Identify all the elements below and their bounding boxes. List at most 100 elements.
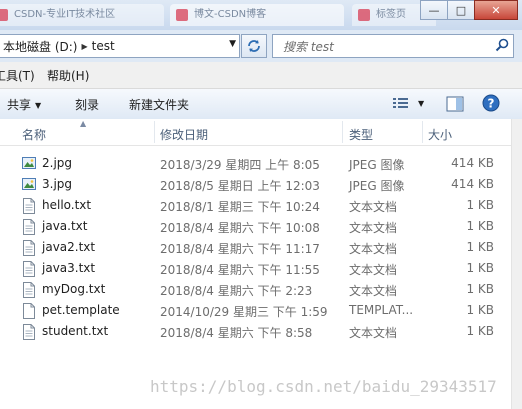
- blank-file-icon: [22, 303, 36, 322]
- breadcrumb-drive[interactable]: 本地磁盘 (D:): [0, 38, 81, 55]
- refresh-icon: [248, 40, 260, 52]
- chevron-down-icon: ▼: [35, 101, 42, 110]
- svg-text:?: ?: [488, 97, 495, 111]
- file-row[interactable]: 3.jpg 2018/8/5 星期日 上午 12:03 JPEG 图像 414 KB: [0, 174, 522, 195]
- file-date: 2018/8/4 星期六 下午 8:58: [160, 326, 313, 340]
- file-row[interactable]: java.txt 2018/8/4 星期六 下午 10:08 文本文档 1 KB: [0, 216, 522, 237]
- file-row[interactable]: pet.template 2014/10/29 星期三 下午 1:59 TEMPLA…: [0, 300, 522, 321]
- file-date: 2018/3/29 星期四 上午 8:05: [160, 158, 320, 172]
- share-button[interactable]: 共享 ▼: [7, 96, 41, 113]
- title-bar: CSDN-专业IT技术社区 博文-CSDN博客 标签页 — □ ✕: [0, 0, 522, 30]
- file-size: 414 KB: [451, 156, 494, 170]
- file-row[interactable]: student.txt 2018/8/4 星期六 下午 8:58 文本文档 1 KB: [0, 321, 522, 342]
- column-date[interactable]: 修改日期: [160, 126, 208, 143]
- share-label: 共享: [7, 98, 32, 112]
- file-type: 文本文档: [349, 221, 398, 235]
- text-file-icon: [22, 219, 36, 238]
- close-button[interactable]: ✕: [474, 0, 518, 20]
- file-date: 2018/8/4 星期六 下午 11:17: [160, 242, 320, 256]
- file-type: JPEG 图像: [349, 158, 405, 172]
- column-divider[interactable]: [342, 121, 343, 143]
- file-type: 文本文档: [349, 263, 398, 277]
- image-file-icon: [22, 156, 36, 173]
- file-name: myDog.txt: [42, 282, 106, 296]
- file-size: 1 KB: [466, 282, 494, 296]
- vertical-scrollbar[interactable]: [511, 119, 522, 409]
- file-date: 2018/8/4 星期六 下午 11:55: [160, 263, 320, 277]
- file-date: 2018/8/1 星期三 下午 10:24: [160, 200, 320, 214]
- file-size: 1 KB: [466, 240, 494, 254]
- text-file-icon: [22, 261, 36, 280]
- column-divider[interactable]: [154, 121, 155, 143]
- tab-3-label: 标签页: [376, 9, 406, 20]
- view-options-icon[interactable]: [392, 96, 410, 110]
- address-dropdown-icon[interactable]: ▼: [229, 39, 236, 49]
- file-date: 2014/10/29 星期三 下午 1:59: [160, 305, 328, 319]
- preview-pane-icon[interactable]: [446, 96, 464, 112]
- address-bar[interactable]: 本地磁盘 (D:) ▶ test ▼: [0, 34, 240, 58]
- file-size: 1 KB: [466, 303, 494, 317]
- file-row[interactable]: 2.jpg 2018/3/29 星期四 上午 8:05 JPEG 图像 414 KB: [0, 153, 522, 174]
- burn-button[interactable]: 刻录: [75, 96, 99, 113]
- file-type: JPEG 图像: [349, 179, 405, 193]
- view-dropdown-icon[interactable]: ▼: [418, 99, 424, 108]
- tab-1-label: CSDN-专业IT技术社区: [14, 9, 116, 20]
- text-file-icon: [22, 282, 36, 301]
- file-list: ▲ 名称 修改日期 类型 大小 2.jpg 2018/3/29 星期四 上午 8:…: [0, 119, 522, 409]
- menu-help[interactable]: 帮助(H): [47, 67, 89, 84]
- file-name: pet.template: [42, 303, 120, 317]
- file-size: 414 KB: [451, 177, 494, 191]
- column-type[interactable]: 类型: [349, 126, 373, 143]
- window-controls: — □ ✕: [420, 0, 518, 20]
- file-size: 1 KB: [466, 261, 494, 275]
- file-name: java3.txt: [42, 261, 96, 275]
- column-size[interactable]: 大小: [428, 126, 452, 143]
- watermark: https://blog.csdn.net/baidu_29343517: [150, 377, 497, 396]
- file-name: student.txt: [42, 324, 109, 338]
- file-date: 2018/8/4 星期六 下午 10:08: [160, 221, 320, 235]
- tab-2-label: 博文-CSDN博客: [194, 9, 267, 20]
- file-row[interactable]: java3.txt 2018/8/4 星期六 下午 11:55 文本文档 1 KB: [0, 258, 522, 279]
- csdn-icon: [0, 9, 8, 21]
- column-divider[interactable]: [422, 121, 423, 143]
- file-name: java2.txt: [42, 240, 96, 254]
- tab-2[interactable]: 博文-CSDN博客: [170, 4, 344, 26]
- file-row[interactable]: myDog.txt 2018/8/4 星期六 下午 2:23 文本文档 1 KB: [0, 279, 522, 300]
- search-box[interactable]: 搜索 test: [272, 34, 514, 58]
- csdn-icon: [358, 9, 370, 21]
- file-type: 文本文档: [349, 326, 398, 340]
- file-date: 2018/8/4 星期六 下午 2:23: [160, 284, 313, 298]
- image-file-icon: [22, 177, 36, 194]
- menu-tools[interactable]: 工具(T): [0, 67, 35, 84]
- search-input[interactable]: 搜索 test: [283, 38, 334, 55]
- command-toolbar: 共享 ▼ 刻录 新建文件夹 ▼ ?: [0, 89, 522, 120]
- file-size: 1 KB: [466, 219, 494, 233]
- file-type: 文本文档: [349, 284, 398, 298]
- maximize-button[interactable]: □: [447, 0, 475, 20]
- column-name[interactable]: 名称: [22, 126, 46, 143]
- column-headers: ▲ 名称 修改日期 类型 大小: [0, 119, 522, 146]
- new-folder-button[interactable]: 新建文件夹: [129, 96, 189, 113]
- file-row[interactable]: java2.txt 2018/8/4 星期六 下午 11:17 文本文档 1 KB: [0, 237, 522, 258]
- file-row[interactable]: hello.txt 2018/8/1 星期三 下午 10:24 文本文档 1 KB: [0, 195, 522, 216]
- text-file-icon: [22, 324, 36, 343]
- file-name: hello.txt: [42, 198, 92, 212]
- file-name: 3.jpg: [42, 177, 73, 191]
- menu-bar: 工具(T) 帮助(H): [0, 62, 522, 89]
- breadcrumb-folder[interactable]: test: [88, 39, 119, 53]
- navigation-bar: 本地磁盘 (D:) ▶ test ▼ 搜索 test: [0, 30, 522, 62]
- sort-ascending-icon: ▲: [80, 119, 87, 128]
- file-size: 1 KB: [466, 324, 494, 338]
- tab-1[interactable]: CSDN-专业IT技术社区: [0, 4, 164, 26]
- csdn-icon: [176, 9, 188, 21]
- file-type: 文本文档: [349, 242, 398, 256]
- search-icon[interactable]: [495, 38, 509, 52]
- minimize-button[interactable]: —: [420, 0, 448, 20]
- file-size: 1 KB: [466, 198, 494, 212]
- text-file-icon: [22, 240, 36, 259]
- file-date: 2018/8/5 星期日 上午 12:03: [160, 179, 320, 193]
- text-file-icon: [22, 198, 36, 217]
- refresh-button[interactable]: [241, 34, 267, 58]
- file-type: TEMPLAT...: [349, 303, 414, 317]
- help-icon[interactable]: ?: [482, 94, 500, 112]
